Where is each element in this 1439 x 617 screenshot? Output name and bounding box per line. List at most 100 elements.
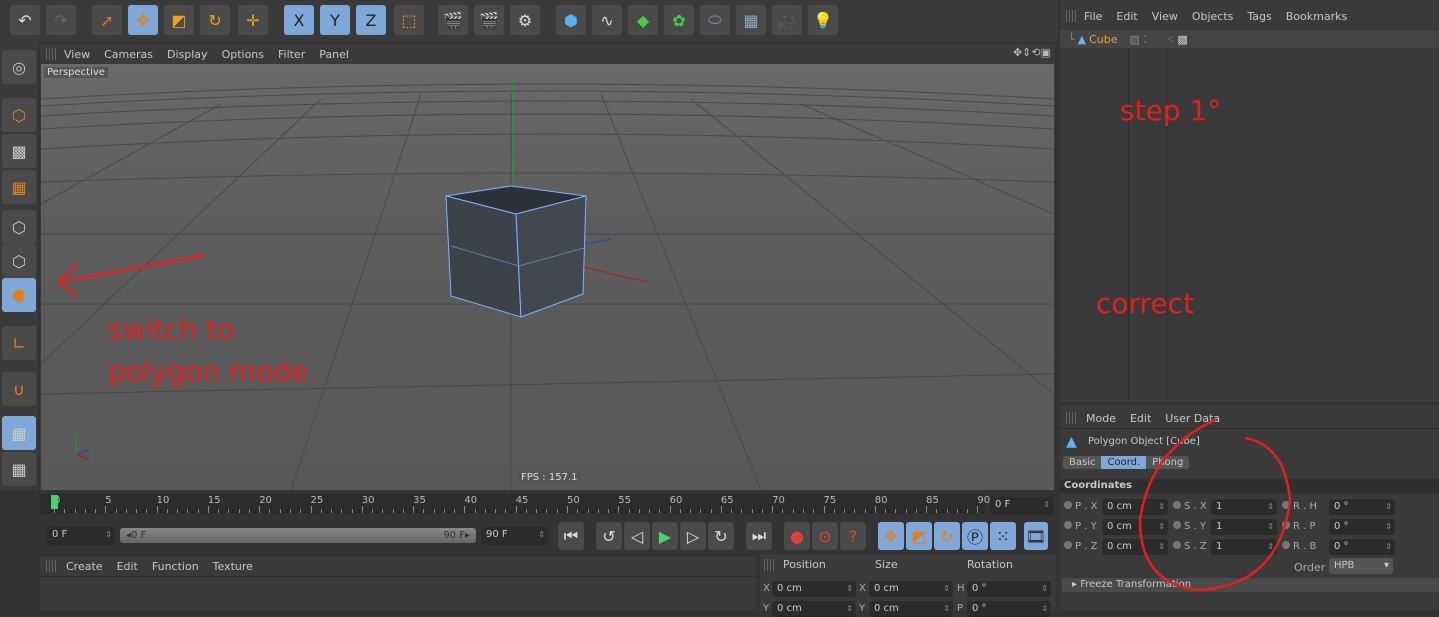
- s-z-field[interactable]: 1: [1211, 539, 1277, 555]
- current-frame-field[interactable]: 0 F: [990, 497, 1053, 515]
- menu-display[interactable]: Display: [167, 48, 208, 61]
- timeline-window-icon[interactable]: 🎞: [1024, 522, 1048, 550]
- render-picture-viewer-icon[interactable]: 🎬: [474, 5, 504, 35]
- object-row-cube[interactable]: └ ▲ Cube ▨ ⁚ ⁖ ▩: [1060, 30, 1439, 48]
- previous-frame-icon[interactable]: ◁: [624, 522, 650, 550]
- r-h-field[interactable]: 0 °: [1329, 499, 1395, 515]
- locked-workplane-icon[interactable]: ▦: [2, 416, 36, 450]
- menu-texture[interactable]: Texture: [213, 560, 253, 573]
- next-frame-icon[interactable]: ▷: [680, 522, 706, 550]
- go-to-end-icon[interactable]: ⏭: [746, 522, 772, 550]
- menu-file[interactable]: File: [1084, 10, 1102, 23]
- key-parameter-icon[interactable]: Ⓟ: [962, 522, 988, 550]
- autokey-icon[interactable]: ⊙: [812, 522, 838, 550]
- size-y-field[interactable]: 0 cm: [869, 601, 953, 617]
- visibility-dots-icon[interactable]: ▨ ⁚: [1130, 33, 1147, 46]
- keyframe-selection-icon[interactable]: ?: [840, 522, 866, 550]
- planar-workplane-icon[interactable]: ▦: [2, 452, 36, 486]
- menu-edit[interactable]: Edit: [117, 560, 138, 573]
- p-x-field[interactable]: 0 cm: [1102, 499, 1168, 515]
- snap-icon[interactable]: ∪: [2, 372, 36, 406]
- light-icon[interactable]: 💡: [808, 5, 838, 35]
- coordinate-system-icon[interactable]: ⬚: [394, 5, 424, 35]
- menu-tags[interactable]: Tags: [1247, 10, 1271, 23]
- spline-icon[interactable]: ∿: [592, 5, 622, 35]
- y-axis-icon[interactable]: Y: [320, 5, 350, 35]
- play-icon[interactable]: ▶: [652, 522, 678, 550]
- position-x-field[interactable]: 0 cm: [772, 581, 856, 597]
- record-keys-icon[interactable]: ●: [784, 522, 810, 550]
- freeze-transformation-section[interactable]: ▸ Freeze Transformation: [1062, 578, 1439, 592]
- move-icon[interactable]: ✥: [128, 5, 158, 35]
- menu-view[interactable]: View: [64, 48, 90, 61]
- texture-mode-icon[interactable]: ▩: [2, 134, 36, 168]
- position-y-field[interactable]: 0 cm: [772, 601, 856, 617]
- playhead[interactable]: [51, 495, 58, 509]
- scale-icon[interactable]: ◩: [164, 5, 194, 35]
- model-mode-icon[interactable]: ⬡: [2, 98, 36, 132]
- deformer-icon[interactable]: ⬭: [700, 5, 730, 35]
- viewport-canvas[interactable]: Perspective FPS : 157.1: [41, 64, 1054, 490]
- object-name[interactable]: Cube: [1089, 33, 1117, 46]
- s-y-field[interactable]: 1: [1211, 519, 1277, 535]
- end-frame-field[interactable]: 90 F: [481, 527, 548, 545]
- recent-tool-icon[interactable]: ✛: [238, 5, 268, 35]
- menu-cameras[interactable]: Cameras: [104, 48, 153, 61]
- menu-bookmarks[interactable]: Bookmarks: [1286, 10, 1347, 23]
- array-icon[interactable]: ✿: [664, 5, 694, 35]
- edges-mode-icon[interactable]: ⬡: [2, 244, 36, 278]
- menu-function[interactable]: Function: [152, 560, 199, 573]
- key-position-icon[interactable]: ✥: [878, 522, 904, 550]
- menu-edit[interactable]: Edit: [1130, 412, 1151, 425]
- start-frame-field[interactable]: 0 F: [47, 527, 115, 545]
- points-mode-icon[interactable]: ⬡: [2, 210, 36, 244]
- z-axis-icon[interactable]: Z: [356, 5, 386, 35]
- key-rotation-icon[interactable]: ↻: [934, 522, 960, 550]
- menu-filter[interactable]: Filter: [278, 48, 305, 61]
- live-selection-icon[interactable]: ➚: [92, 5, 122, 35]
- menu-options[interactable]: Options: [222, 48, 264, 61]
- rotation-h-field[interactable]: 0 °: [967, 581, 1051, 597]
- r-p-field[interactable]: 0 °: [1329, 519, 1395, 535]
- undo-icon[interactable]: ↶: [10, 5, 40, 35]
- viewport-nav-icons[interactable]: ✥⇕⟲▣: [1013, 46, 1051, 59]
- redo-icon[interactable]: ↷: [46, 5, 76, 35]
- menu-user-data[interactable]: User Data: [1165, 412, 1220, 425]
- r-b-field[interactable]: 0 °: [1329, 539, 1395, 555]
- render-view-icon[interactable]: 🎬: [438, 5, 468, 35]
- timeline[interactable]: 051015202530354045505560657075808590: [40, 494, 990, 514]
- polygons-mode-icon[interactable]: ⬢: [2, 278, 36, 312]
- p-z-field[interactable]: 0 cm: [1102, 539, 1168, 555]
- make-editable-icon[interactable]: ◎: [2, 50, 36, 84]
- material-tag-icon[interactable]: ▩: [1177, 33, 1187, 46]
- render-settings-icon[interactable]: ⚙: [510, 5, 540, 35]
- key-scale-icon[interactable]: ◩: [906, 522, 932, 550]
- frame-range-slider[interactable]: ◂0 F 90 F▸: [120, 528, 476, 543]
- next-key-icon[interactable]: ↻: [708, 522, 734, 550]
- p-y-field[interactable]: 0 cm: [1102, 519, 1168, 535]
- cube-icon[interactable]: ⬢: [556, 5, 586, 35]
- menu-objects[interactable]: Objects: [1192, 10, 1234, 23]
- tab-coord[interactable]: Coord.: [1101, 456, 1147, 469]
- order-dropdown[interactable]: HPB ▾: [1329, 558, 1393, 574]
- key-point-level-icon[interactable]: ⁙: [990, 522, 1016, 550]
- go-to-start-icon[interactable]: ⏮: [558, 522, 584, 550]
- floor-icon[interactable]: ▦: [736, 5, 766, 35]
- phong-tag-icon[interactable]: ⁖: [1167, 33, 1173, 46]
- nurbs-icon[interactable]: ◆: [628, 5, 658, 35]
- menu-create[interactable]: Create: [66, 560, 103, 573]
- tab-phong[interactable]: Phong: [1146, 456, 1189, 469]
- menu-view[interactable]: View: [1152, 10, 1178, 23]
- x-axis-icon[interactable]: X: [284, 5, 314, 35]
- axis-mode-icon[interactable]: ∟: [2, 326, 36, 360]
- s-x-field[interactable]: 1: [1211, 499, 1277, 515]
- menu-edit[interactable]: Edit: [1116, 10, 1137, 23]
- workplane-icon[interactable]: ▦: [2, 170, 36, 204]
- menu-mode[interactable]: Mode: [1086, 412, 1116, 425]
- previous-key-icon[interactable]: ↺: [596, 522, 622, 550]
- tab-basic[interactable]: Basic: [1063, 456, 1101, 469]
- menu-panel[interactable]: Panel: [319, 48, 349, 61]
- size-x-field[interactable]: 0 cm: [869, 581, 953, 597]
- camera-icon[interactable]: 🎥: [772, 5, 802, 35]
- rotate-icon[interactable]: ↻: [200, 5, 230, 35]
